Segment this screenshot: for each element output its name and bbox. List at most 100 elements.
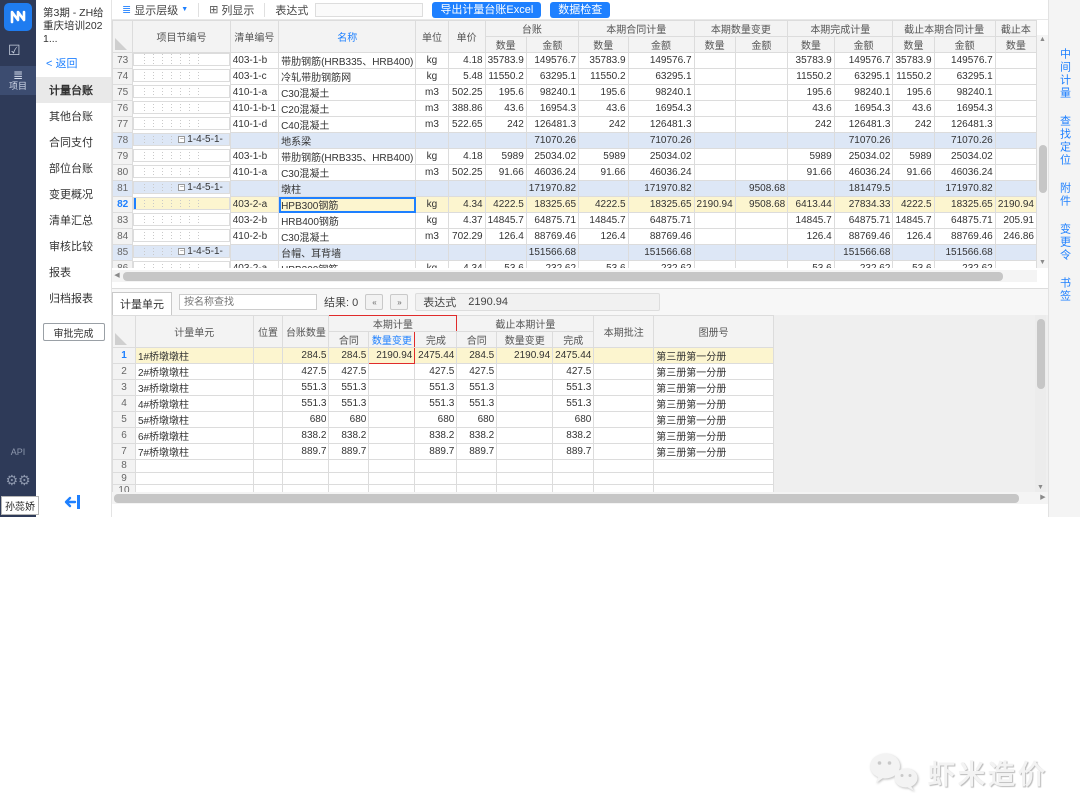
group-header-cur-change[interactable]: 本期数量变更: [694, 21, 788, 37]
cell-cc_qty[interactable]: [579, 181, 629, 197]
cell-price[interactable]: 502.25: [448, 165, 485, 181]
collapse-node-icon[interactable]: −: [178, 248, 185, 255]
unit-group-current[interactable]: 本期计量: [329, 316, 457, 332]
cell-l_amt[interactable]: 63295.1: [526, 69, 578, 85]
cell-book[interactable]: 第三册第一分册: [654, 412, 774, 428]
sidebar-item-报表[interactable]: 报表: [36, 259, 111, 285]
unit-sub-contract[interactable]: 合同: [329, 332, 369, 348]
sub-header-amt[interactable]: 金额: [834, 37, 893, 53]
cell-cc_amt[interactable]: 63295.1: [628, 69, 694, 85]
cell-cum_c[interactable]: 838.2: [457, 428, 497, 444]
cell-note[interactable]: [594, 428, 654, 444]
ledger-row[interactable]: 81−1-4-5-1-墩柱171970.82171970.829508.6818…: [113, 181, 1037, 197]
unit-vertical-scrollbar[interactable]: ▼: [1035, 315, 1046, 493]
cell-note[interactable]: [594, 380, 654, 396]
row-number[interactable]: 4: [113, 396, 136, 412]
cell-name[interactable]: HPB300钢筋: [279, 261, 416, 269]
cell-chg_qty[interactable]: [694, 181, 735, 197]
cell-cum_chg[interactable]: [497, 472, 553, 485]
unit-row[interactable]: 44#桥墩墩柱551.3551.3551.3551.3551.3第三册第一分册: [113, 396, 774, 412]
cell-chg_qty[interactable]: [694, 117, 735, 133]
cell-price[interactable]: [448, 181, 485, 197]
cell-name[interactable]: 3#桥墩墩柱: [135, 380, 253, 396]
app-logo[interactable]: [4, 3, 32, 31]
tasks-check-icon[interactable]: ☑: [8, 42, 21, 59]
col-header-code[interactable]: 清单编号: [230, 21, 278, 53]
sub-header-qty[interactable]: 数量: [485, 37, 526, 53]
cell-done[interactable]: 551.3: [415, 380, 457, 396]
cell-chg[interactable]: [369, 396, 415, 412]
row-number[interactable]: 82: [113, 197, 133, 213]
unit-group-cumulative[interactable]: 截止本期计量: [457, 316, 594, 332]
rail-api-label[interactable]: API: [0, 447, 36, 457]
cell-cc_qty[interactable]: 126.4: [579, 229, 629, 245]
cell-c_qty[interactable]: 889.7: [329, 444, 369, 460]
cell-l_qty[interactable]: [485, 245, 526, 261]
cell-l_qty[interactable]: 889.7: [283, 444, 329, 460]
cell-chg_amt[interactable]: [735, 85, 788, 101]
cell-done_amt[interactable]: 27834.33: [834, 197, 893, 213]
unit-col-ledger-qty[interactable]: 台账数量: [283, 316, 329, 348]
cell-chg[interactable]: [369, 472, 415, 485]
cell-c_qty[interactable]: [329, 472, 369, 485]
cell-chg_qty[interactable]: [694, 245, 735, 261]
cell-done[interactable]: 838.2: [415, 428, 457, 444]
cell-l_qty[interactable]: 4222.5: [485, 197, 526, 213]
cell-cum_qty[interactable]: 14845.7: [893, 213, 934, 229]
unit-row[interactable]: 77#桥墩墩柱889.7889.7889.7889.7889.7第三册第一分册: [113, 444, 774, 460]
cell-done[interactable]: 427.5: [415, 364, 457, 380]
cell-chg_amt[interactable]: [735, 101, 788, 117]
cell-price[interactable]: 388.86: [448, 101, 485, 117]
cell-cum_done[interactable]: 2475.44: [553, 348, 594, 364]
sidebar-item-部位台账[interactable]: 部位台账: [36, 155, 111, 181]
cell-chg_qty[interactable]: [694, 149, 735, 165]
cell-note[interactable]: [594, 364, 654, 380]
unit-col-book[interactable]: 图册号: [654, 316, 774, 348]
cell-name[interactable]: 墩柱: [279, 181, 416, 197]
cell-cum_chg[interactable]: [497, 444, 553, 460]
cell-book[interactable]: 第三册第一分册: [654, 396, 774, 412]
cell-code[interactable]: 410-1-d: [230, 117, 278, 133]
cell-done[interactable]: [415, 472, 457, 485]
cell-unit[interactable]: kg: [416, 69, 448, 85]
cell-done_amt[interactable]: 149576.7: [834, 53, 893, 69]
cell-cum_c[interactable]: 889.7: [457, 444, 497, 460]
cell-cum_qty[interactable]: 5989: [893, 149, 934, 165]
cell-l_qty[interactable]: 43.6: [485, 101, 526, 117]
cell-chg_qty[interactable]: [694, 85, 735, 101]
cell-note[interactable]: [594, 412, 654, 428]
cell-done_qty[interactable]: 35783.9: [788, 53, 834, 69]
sidebar-item-变更概况[interactable]: 变更概况: [36, 181, 111, 207]
cell-l_qty[interactable]: [485, 133, 526, 149]
cell-cum_qty[interactable]: 43.6: [893, 101, 934, 117]
cell-cc_qty[interactable]: 43.6: [579, 101, 629, 117]
cell-cum_qty[interactable]: [893, 245, 934, 261]
row-number[interactable]: 74: [113, 69, 133, 85]
tree-cell[interactable]: [133, 117, 229, 130]
group-header-cum-contract[interactable]: 截止本期合同计量: [893, 21, 995, 37]
cell-code[interactable]: 410-1-a: [230, 165, 278, 181]
cell-cc_qty[interactable]: 242: [579, 117, 629, 133]
cell-cum_done[interactable]: 551.3: [553, 380, 594, 396]
right-rail-item-中间计量[interactable]: 中间计量: [1058, 48, 1072, 100]
cell-cc_amt[interactable]: 126481.3: [628, 117, 694, 133]
ledger-row[interactable]: 77410-1-dC40混凝土m3522.65242126481.3242126…: [113, 117, 1037, 133]
cell-price[interactable]: 4.34: [448, 197, 485, 213]
cell-cum_done[interactable]: [553, 460, 594, 473]
cell-done_amt[interactable]: 181479.5: [834, 181, 893, 197]
cell-c_qty[interactable]: 551.3: [329, 380, 369, 396]
cell-l_amt[interactable]: 46036.24: [526, 165, 578, 181]
cell-book[interactable]: 第三册第一分册: [654, 348, 774, 364]
row-number[interactable]: 76: [113, 101, 133, 117]
cell-cum_amt[interactable]: 71070.26: [934, 133, 995, 149]
cell-l_amt[interactable]: 71070.26: [526, 133, 578, 149]
cell-unit[interactable]: m3: [416, 229, 448, 245]
ledger-vertical-scrollbar[interactable]: ▲ ▼: [1037, 35, 1048, 268]
cell-cum_qty[interactable]: 11550.2: [893, 69, 934, 85]
cell-cc_qty[interactable]: 195.6: [579, 85, 629, 101]
cell-book[interactable]: [654, 472, 774, 485]
cell-l_qty[interactable]: [485, 181, 526, 197]
scroll-right-icon[interactable]: ▶: [1038, 492, 1048, 504]
cell-cum_done[interactable]: 889.7: [553, 444, 594, 460]
tree-cell[interactable]: [133, 165, 229, 178]
